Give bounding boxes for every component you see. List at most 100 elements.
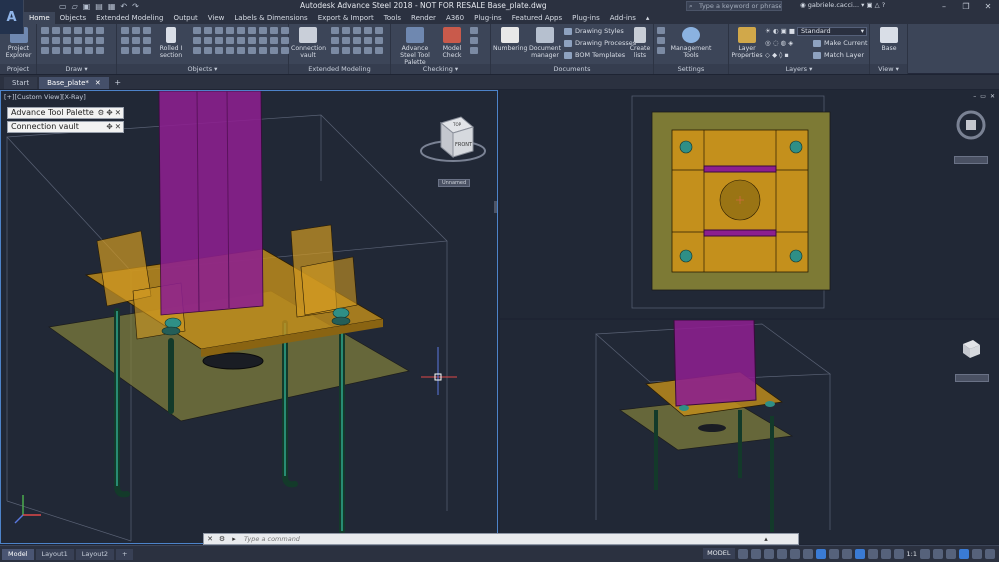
units-icon[interactable] [933,548,943,559]
new-tab-icon[interactable]: + [111,77,125,89]
tab-render[interactable]: Render [406,12,441,24]
save-as-icon[interactable]: ▤ [95,2,103,11]
app-logo[interactable]: A [0,0,24,34]
tool-b9-icon[interactable] [281,27,289,34]
tab-export-import[interactable]: Export & Import [313,12,379,24]
tool-b25-icon[interactable] [259,47,267,54]
tool-b13-icon[interactable] [226,37,234,44]
hardware-acceleration-icon[interactable] [959,548,969,559]
workspace-icon[interactable] [920,548,930,559]
plate-icon[interactable] [132,27,140,34]
boundary-icon[interactable] [85,47,93,54]
view-cube-plan[interactable] [954,108,988,144]
model-check-button[interactable]: Model Check [439,27,465,59]
customize-icon[interactable]: ⚙ [216,534,228,544]
tool-b3-icon[interactable] [215,27,223,34]
tab-home[interactable]: Home [24,12,55,24]
polar-icon[interactable] [776,548,787,559]
tool-b26-icon[interactable] [270,47,278,54]
print-icon[interactable]: ▦ [108,2,116,11]
region-icon[interactable] [85,37,93,44]
copy-icon[interactable] [96,37,104,44]
check-3-icon[interactable] [470,47,478,54]
ext-15-icon[interactable] [375,47,383,54]
ext-1-icon[interactable] [331,27,339,34]
layer-combo[interactable]: Standard ▾ [797,27,867,36]
rolled-i-section-button[interactable]: Rolled I section [155,27,187,59]
weld-icon[interactable] [121,37,129,44]
tool-b21-icon[interactable] [215,47,223,54]
ext-8-icon[interactable] [353,37,361,44]
close-icon[interactable]: ✕ [204,534,216,544]
layer-tools-row2[interactable]: ◎ ◌ ◍ ◈ [765,39,793,47]
object-snap-icon[interactable] [815,548,826,559]
viewport-splitter-handle[interactable] [494,201,497,213]
model-space-button[interactable]: MODEL [703,548,735,559]
ext-4-icon[interactable] [364,27,372,34]
setting-1-icon[interactable] [657,27,665,34]
open-icon[interactable]: ▱ [72,2,78,11]
polyline-icon[interactable] [52,27,60,34]
layer-properties-button[interactable]: Layer Properties [731,27,763,59]
minimize-viewport-icon[interactable]: – [973,93,976,100]
xline-icon[interactable] [52,47,60,54]
tool-b24-icon[interactable] [248,47,256,54]
ext-9-icon[interactable] [364,37,372,44]
object-snap-tracking-icon[interactable] [802,548,813,559]
ucs-named-dropdown-small[interactable] [955,374,989,382]
connection-vault-palette[interactable]: Connection vault ✥ ✕ [7,121,124,133]
tool-palette-button[interactable]: Advance Steel Tool Palette [393,27,437,66]
shear-stud-icon[interactable] [143,37,151,44]
tool-b7-icon[interactable] [259,27,267,34]
tool-b5-icon[interactable] [237,27,245,34]
tool-b2-icon[interactable] [204,27,212,34]
tab-a360[interactable]: A360 [441,12,469,24]
command-history-icon[interactable]: ▴ [760,534,772,544]
view-cube[interactable]: TOP FRONT [417,113,489,175]
tab-model[interactable]: Model [2,548,34,560]
tab-objects[interactable]: Objects [55,12,91,24]
check-1-icon[interactable] [470,27,478,34]
connection-vault-button[interactable]: Connection vault [291,27,326,59]
tool-b10-icon[interactable] [193,37,201,44]
ext-14-icon[interactable] [364,47,372,54]
ucs-named-dropdown-plan[interactable] [954,156,988,164]
tool-b27-icon[interactable] [281,47,289,54]
save-icon[interactable]: ▣ [83,2,91,11]
line-icon[interactable] [41,27,49,34]
tab-tools[interactable]: Tools [379,12,406,24]
tab-featured-apps[interactable]: Featured Apps [507,12,567,24]
isolate-objects-icon[interactable] [946,548,956,559]
tool-b8-icon[interactable] [270,27,278,34]
tab-base-plate[interactable]: Base_plate* ✕ [39,77,109,89]
redo-icon[interactable]: ↷ [132,2,139,11]
tab-plug-ins-2[interactable]: Plug-ins [567,12,605,24]
create-lists-button[interactable]: Create lists [629,27,651,59]
cart-icon[interactable]: ▾ ▣ △ ? [861,1,885,9]
tool-b14-icon[interactable] [237,37,245,44]
tool-b15-icon[interactable] [248,37,256,44]
tool-b17-icon[interactable] [270,37,278,44]
clean-screen-icon[interactable] [972,548,982,559]
drawing-processes-button[interactable]: Drawing Processes [564,39,636,47]
lineweight-icon[interactable] [828,548,839,559]
3d-osnap-icon[interactable] [867,548,878,559]
tab-layout1[interactable]: Layout1 [35,548,74,560]
add-layout-icon[interactable]: + [116,548,134,560]
annotation-scale[interactable]: 1:1 [907,550,917,558]
tool-b11-icon[interactable] [204,37,212,44]
tool-b4-icon[interactable] [226,27,234,34]
ellipse-icon[interactable] [63,37,71,44]
move-icon[interactable]: ✥ [106,108,112,118]
document-manager-button[interactable]: Document manager [528,27,562,59]
viewport-3d-secondary[interactable] [500,320,999,544]
make-current-button[interactable]: Make Current [813,39,868,47]
hatch-icon[interactable] [85,27,93,34]
viewport-label[interactable]: [+][Custom View][X-Ray] [4,93,86,101]
polygon-icon[interactable] [41,47,49,54]
tool-b22-icon[interactable] [226,47,234,54]
close-icon[interactable]: ✕ [115,108,121,118]
setting-3-icon[interactable] [657,47,665,54]
tool-b20-icon[interactable] [204,47,212,54]
rotate-icon[interactable] [96,47,104,54]
